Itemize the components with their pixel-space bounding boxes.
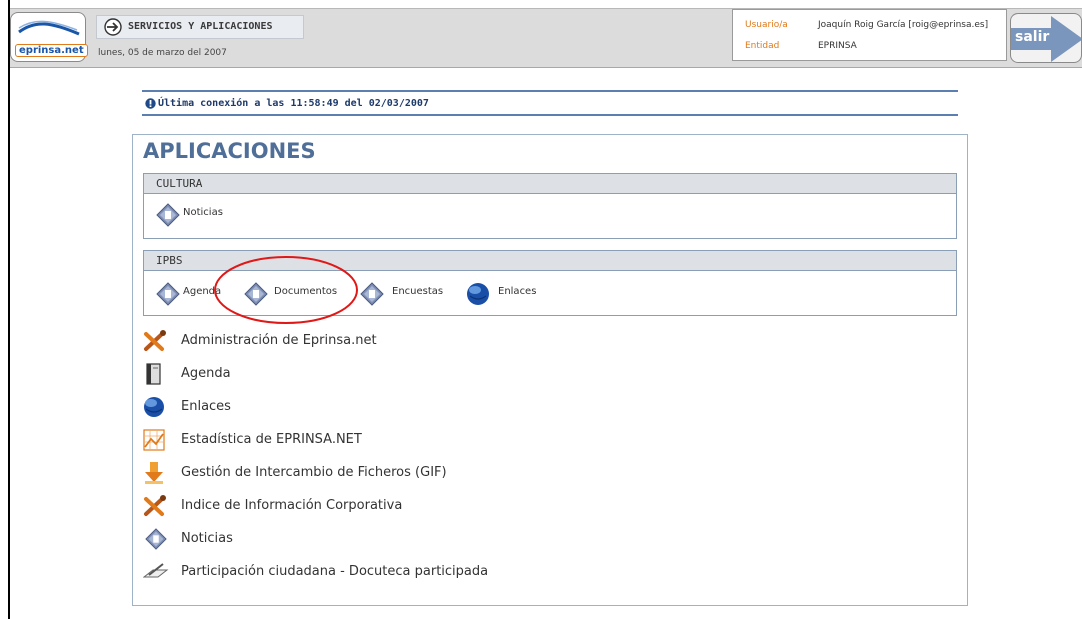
tools-icon: [144, 330, 166, 351]
last-connection-text: Última conexión a las 11:58:49 del 02/03…: [158, 98, 429, 109]
app-enlaces[interactable]: Enlaces: [143, 396, 743, 418]
globe-icon: [144, 397, 164, 417]
pen-paper-icon: [143, 563, 169, 578]
download-arrow-icon: [145, 462, 163, 484]
group-item-agenda[interactable]: Agenda: [156, 282, 236, 306]
group-header: CULTURA: [144, 174, 956, 194]
news-icon: [145, 528, 167, 550]
section-title: SERVICIOS Y APLICACIONES: [96, 15, 304, 39]
app-indice-informacion[interactable]: Indice de Información Corporativa: [143, 495, 743, 517]
group-cultura: CULTURA Noticias: [143, 173, 957, 239]
panel-title: APLICACIONES: [143, 139, 316, 163]
header: eprinsa.net SERVICIOS Y APLICACIONES lun…: [10, 8, 1082, 68]
app-estadistica[interactable]: Estadística de EPRINSA.NET: [143, 429, 743, 451]
agenda-icon: [146, 363, 161, 385]
news-icon: [360, 282, 384, 306]
last-connection-bar: Última conexión a las 11:58:49 del 02/03…: [142, 90, 958, 116]
chart-icon: [143, 429, 165, 451]
applications-panel: APLICACIONES CULTURA Noticias IPBS Agend…: [132, 134, 968, 606]
current-date: lunes, 05 de marzo del 2007: [98, 48, 227, 58]
app-agenda[interactable]: Agenda: [143, 363, 743, 385]
user-label: Usuario/a: [745, 20, 788, 30]
user-value: Joaquín Roig García [roig@eprinsa.es]: [818, 20, 989, 30]
news-icon: [244, 282, 268, 306]
group-item-enlaces[interactable]: Enlaces: [466, 282, 566, 305]
logo-text: eprinsa.net: [15, 44, 88, 57]
news-icon: [156, 282, 180, 306]
app-noticias[interactable]: Noticias: [143, 528, 743, 550]
logout-label: salir: [1015, 29, 1050, 45]
group-header: IPBS: [144, 251, 956, 271]
group-item-encuestas[interactable]: Encuestas: [360, 282, 460, 306]
info-icon: [145, 98, 156, 109]
arrow-right-icon: [104, 18, 122, 36]
globe-icon: [467, 283, 489, 305]
user-info-box: Usuario/a Joaquín Roig García [roig@epri…: [732, 9, 1007, 61]
app-participacion-ciudadana[interactable]: Participación ciudadana - Docuteca parti…: [143, 561, 743, 583]
app-administracion[interactable]: Administración de Eprinsa.net: [143, 330, 743, 352]
group-ipbs: IPBS Agenda Documentos Encuestas Enlaces: [143, 250, 957, 316]
entity-value: EPRINSA: [818, 41, 857, 51]
logout-button[interactable]: salir: [1010, 13, 1082, 63]
eprinsa-logo[interactable]: eprinsa.net: [10, 12, 88, 62]
news-icon: [156, 203, 180, 227]
group-item-documentos[interactable]: Documentos: [244, 282, 354, 306]
tools-icon: [144, 495, 166, 516]
group-item-noticias[interactable]: Noticias: [156, 203, 246, 227]
app-gestion-gif[interactable]: Gestión de Intercambio de Ficheros (GIF): [143, 462, 743, 484]
entity-label: Entidad: [745, 41, 780, 51]
